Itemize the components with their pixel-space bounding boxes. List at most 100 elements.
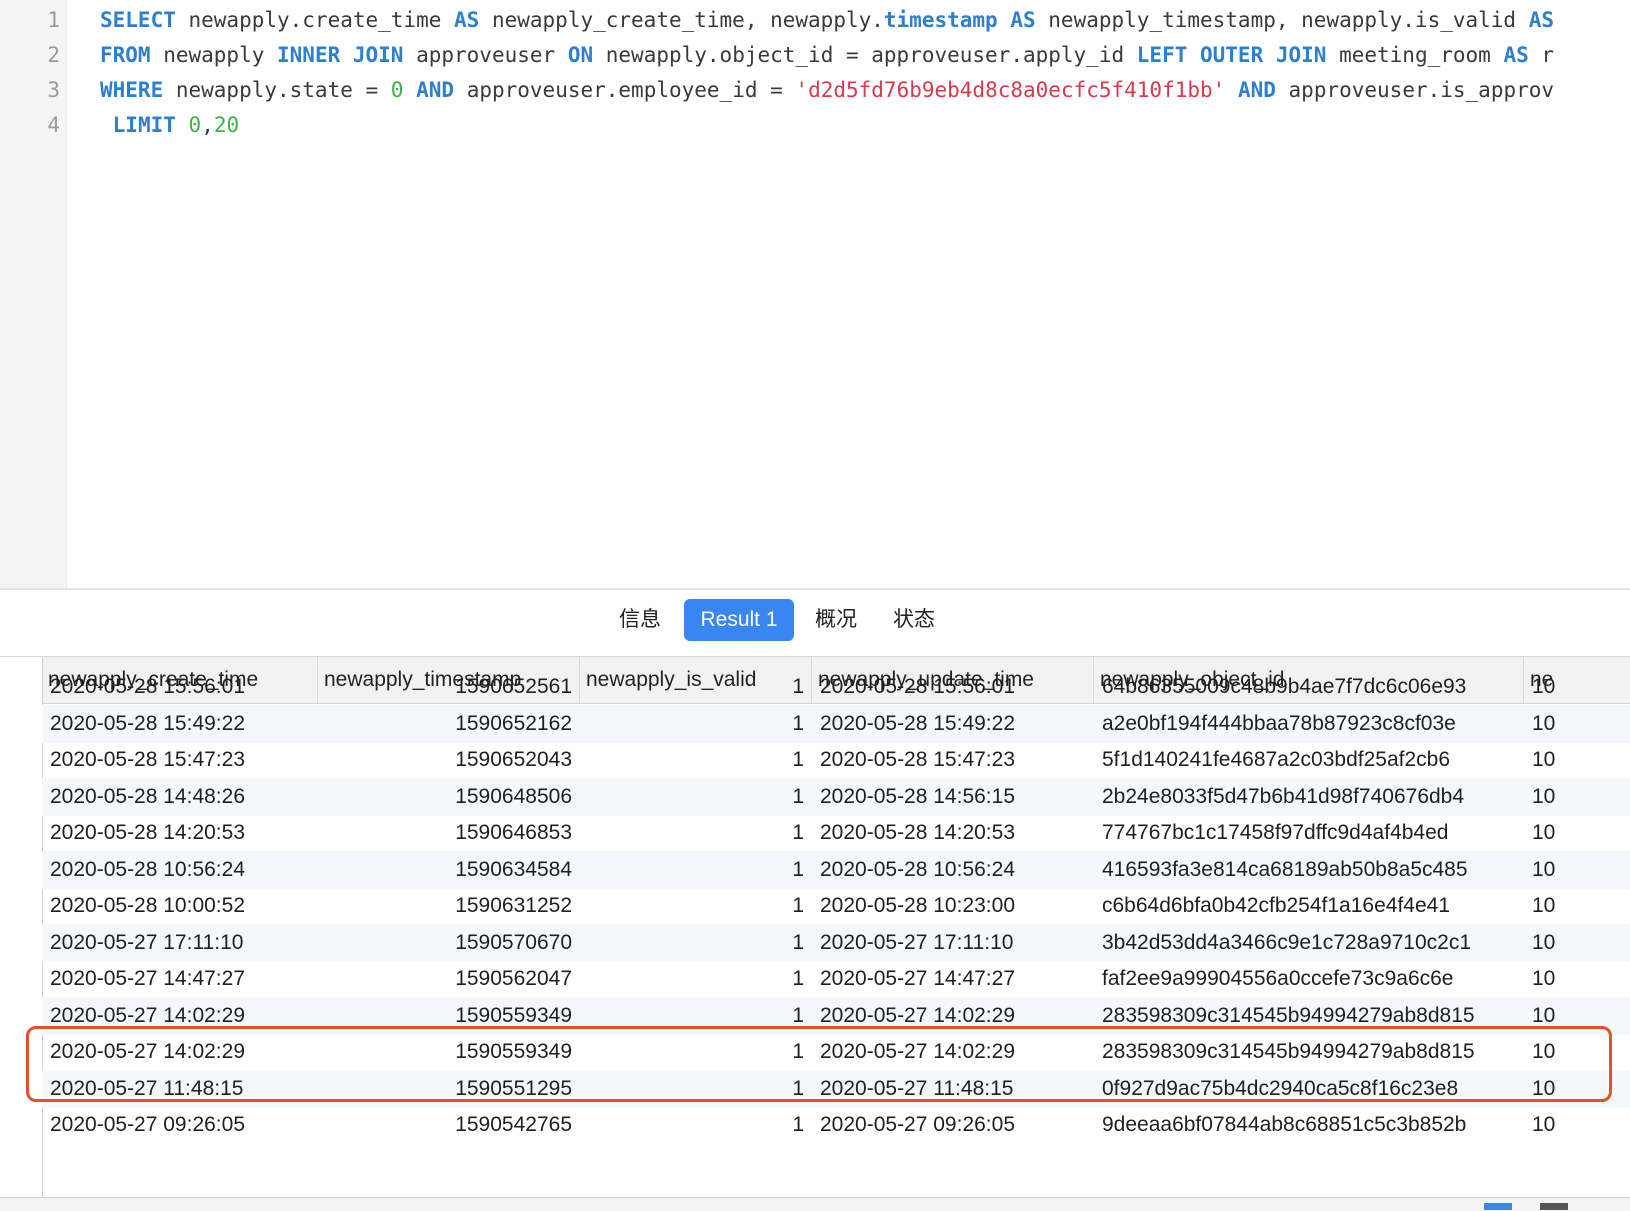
table-cell[interactable]: 1590570670 <box>318 924 580 962</box>
table-cell[interactable]: c6b64d6bfa0b42cfb254f1a16e4f4e41 <box>1094 887 1524 925</box>
table-cell[interactable]: 0f927d9ac75b4dc2940ca5c8f16c23e8 <box>1094 1070 1524 1108</box>
table-row[interactable]: 2020-05-27 14:02:29 1590559349 1 2020-05-27… <box>42 1033 1630 1071</box>
table-cell[interactable]: 1590631252 <box>318 887 580 925</box>
table-cell[interactable]: 10 <box>1524 705 1630 743</box>
table-cell[interactable]: 1 <box>580 924 812 962</box>
table-cell[interactable]: 2020-05-27 11:48:15 <box>812 1070 1094 1108</box>
table-cell[interactable]: 10 <box>1524 960 1630 998</box>
table-cell[interactable]: 1590559349 <box>318 1033 580 1071</box>
table-row[interactable]: 2020-05-27 14:47:27 1590562047 1 2020-05-27… <box>42 960 1630 998</box>
table-cell[interactable]: 10 <box>1524 924 1630 962</box>
table-cell[interactable]: 2020-05-28 15:56:01 <box>42 668 318 706</box>
table-cell[interactable]: 1590652043 <box>318 741 580 779</box>
table-cell[interactable]: 2020-05-28 10:00:52 <box>42 887 318 925</box>
table-cell[interactable]: 64b86355009c48b9b4ae7f7dc6c06e93 <box>1094 668 1524 706</box>
table-cell[interactable]: 2020-05-27 17:11:10 <box>42 924 318 962</box>
code-line[interactable]: FROM newapply INNER JOIN approveuser ON … <box>100 43 1554 67</box>
form-view-icon[interactable] <box>1540 1203 1568 1210</box>
table-row[interactable]: 2020-05-28 15:56:01 1590652561 1 2020-05-28… <box>42 668 1630 706</box>
table-cell[interactable]: 10 <box>1524 668 1630 706</box>
table-cell[interactable]: 2020-05-28 14:56:15 <box>812 778 1094 816</box>
table-cell[interactable]: 1 <box>580 1070 812 1108</box>
table-cell[interactable]: 1590542765 <box>318 1106 580 1144</box>
table-cell[interactable]: 3b42d53dd4a3466c9e1c728a9710c2c1 <box>1094 924 1524 962</box>
table-cell[interactable]: 10 <box>1524 997 1630 1035</box>
tab-status[interactable]: 状态 <box>882 599 946 641</box>
table-cell[interactable]: 1590551295 <box>318 1070 580 1108</box>
table-cell[interactable]: 2020-05-27 09:26:05 <box>42 1106 318 1144</box>
table-cell[interactable]: 2020-05-27 14:47:27 <box>42 960 318 998</box>
table-cell[interactable]: 1 <box>580 851 812 889</box>
table-cell[interactable]: 1590648506 <box>318 778 580 816</box>
code-line[interactable]: LIMIT 0,20 <box>100 113 239 137</box>
table-cell[interactable]: 1590652561 <box>318 668 580 706</box>
table-cell[interactable]: 1590559349 <box>318 997 580 1035</box>
table-cell[interactable]: 2020-05-27 09:26:05 <box>812 1106 1094 1144</box>
table-cell[interactable]: 10 <box>1524 887 1630 925</box>
row-selector-gutter[interactable] <box>0 657 43 1197</box>
table-cell[interactable]: 1 <box>580 1033 812 1071</box>
table-cell[interactable]: 2020-05-28 14:20:53 <box>812 814 1094 852</box>
table-cell[interactable]: 1590634584 <box>318 851 580 889</box>
table-cell[interactable]: 2020-05-28 15:49:22 <box>812 705 1094 743</box>
table-cell[interactable]: 2020-05-27 17:11:10 <box>812 924 1094 962</box>
table-cell[interactable]: 774767bc1c17458f97dffc9d4af4b4ed <box>1094 814 1524 852</box>
sql-editor[interactable]: 1 2 3 4 SELECT newapply.create_time AS n… <box>0 0 1630 590</box>
table-row[interactable]: 2020-05-28 14:48:26 1590648506 1 2020-05-28… <box>42 777 1630 816</box>
table-cell[interactable]: 10 <box>1524 1106 1630 1144</box>
table-cell[interactable]: 5f1d140241fe4687a2c03bdf25af2cb6 <box>1094 741 1524 779</box>
table-cell[interactable]: 2020-05-27 14:02:29 <box>812 997 1094 1035</box>
table-cell[interactable]: 1 <box>580 741 812 779</box>
table-cell[interactable]: 2020-05-28 10:56:24 <box>42 851 318 889</box>
table-cell[interactable]: 10 <box>1524 778 1630 816</box>
code-line[interactable]: SELECT newapply.create_time AS newapply_… <box>100 8 1554 32</box>
table-cell[interactable]: 10 <box>1524 814 1630 852</box>
table-cell[interactable]: 2020-05-28 10:56:24 <box>812 851 1094 889</box>
table-cell[interactable]: 2020-05-28 14:48:26 <box>42 778 318 816</box>
table-cell[interactable]: 283598309c314545b94994279ab8d815 <box>1094 1033 1524 1071</box>
table-cell[interactable]: 1 <box>580 668 812 706</box>
table-cell[interactable]: 1 <box>580 814 812 852</box>
table-row[interactable]: 2020-05-27 09:26:05 1590542765 1 2020-05-27… <box>42 1106 1630 1144</box>
tab-result-1[interactable]: Result 1 <box>684 599 794 641</box>
table-row[interactable]: 2020-05-28 15:49:22 1590652162 1 2020-05-28… <box>42 704 1630 743</box>
table-cell[interactable]: 2b24e8033f5d47b6b41d98f740676db4 <box>1094 778 1524 816</box>
result-grid[interactable]: newapply_create_time newapply_timestamp … <box>0 657 1630 1197</box>
table-row[interactable]: 2020-05-27 14:02:29 1590559349 1 2020-05-27… <box>42 996 1630 1035</box>
table-cell[interactable]: 9deeaa6bf07844ab8c68851c5c3b852b <box>1094 1106 1524 1144</box>
table-cell[interactable]: 10 <box>1524 741 1630 779</box>
table-row[interactable]: 2020-05-28 10:56:24 1590634584 1 2020-05-28… <box>42 850 1630 889</box>
table-cell[interactable]: 2020-05-27 14:02:29 <box>812 1033 1094 1071</box>
table-cell[interactable]: a2e0bf194f444bbaa78b87923c8cf03e <box>1094 705 1524 743</box>
table-cell[interactable]: 2020-05-28 10:23:00 <box>812 887 1094 925</box>
table-cell[interactable]: 2020-05-28 15:56:01 <box>812 668 1094 706</box>
table-cell[interactable]: 1 <box>580 778 812 816</box>
table-cell[interactable]: 10 <box>1524 1070 1630 1108</box>
table-cell[interactable]: faf2ee9a99904556a0ccefe73c9a6c6e <box>1094 960 1524 998</box>
table-cell[interactable]: 416593fa3e814ca68189ab50b8a5c485 <box>1094 851 1524 889</box>
table-row[interactable]: 2020-05-28 10:00:52 1590631252 1 2020-05-28… <box>42 887 1630 925</box>
table-cell[interactable]: 1 <box>580 887 812 925</box>
table-cell[interactable]: 2020-05-27 11:48:15 <box>42 1070 318 1108</box>
table-row[interactable]: 2020-05-28 15:47:23 1590652043 1 2020-05-28… <box>42 741 1630 779</box>
table-cell[interactable]: 1 <box>580 1106 812 1144</box>
table-cell[interactable]: 2020-05-28 15:49:22 <box>42 705 318 743</box>
table-cell[interactable]: 1590562047 <box>318 960 580 998</box>
table-row[interactable]: 2020-05-27 11:48:15 1590551295 1 2020-05-27… <box>42 1069 1630 1108</box>
table-cell[interactable]: 1 <box>580 997 812 1035</box>
table-cell[interactable]: 2020-05-27 14:02:29 <box>42 997 318 1035</box>
table-row[interactable]: 2020-05-27 17:11:10 1590570670 1 2020-05-27… <box>42 923 1630 962</box>
table-cell[interactable]: 1 <box>580 705 812 743</box>
tab-info[interactable]: 信息 <box>608 599 672 641</box>
table-row[interactable]: 2020-05-28 14:20:53 1590646853 1 2020-05-28… <box>42 814 1630 852</box>
table-cell[interactable]: 2020-05-28 15:47:23 <box>812 741 1094 779</box>
code-line[interactable]: WHERE newapply.state = 0 AND approveuser… <box>100 78 1554 102</box>
tab-overview[interactable]: 概况 <box>804 599 868 641</box>
table-cell[interactable]: 10 <box>1524 851 1630 889</box>
table-cell[interactable]: 10 <box>1524 1033 1630 1071</box>
table-cell[interactable]: 1590646853 <box>318 814 580 852</box>
grid-view-icon[interactable] <box>1484 1203 1512 1210</box>
table-cell[interactable]: 2020-05-27 14:47:27 <box>812 960 1094 998</box>
table-cell[interactable]: 283598309c314545b94994279ab8d815 <box>1094 997 1524 1035</box>
table-cell[interactable]: 1 <box>580 960 812 998</box>
